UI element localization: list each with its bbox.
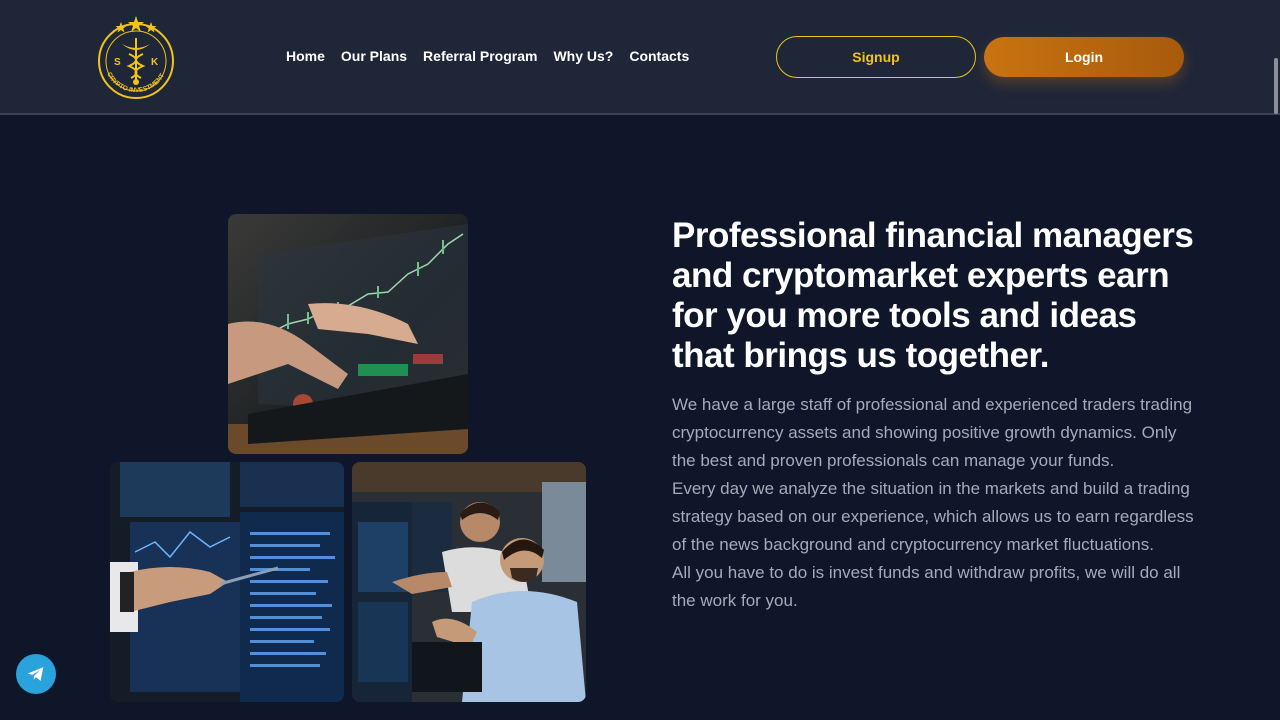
hero-paragraph-3: All you have to do is invest funds and w… bbox=[672, 563, 1181, 610]
logo-letter-right: K bbox=[151, 57, 159, 68]
nav-home[interactable]: Home bbox=[286, 48, 325, 64]
nav-referral-program[interactable]: Referral Program bbox=[423, 48, 537, 64]
hero-headline: Professional financial managers and cryp… bbox=[672, 216, 1194, 375]
login-button[interactable]: Login bbox=[984, 37, 1184, 77]
hero-paragraph-2: Every day we analyze the situation in th… bbox=[672, 479, 1194, 554]
traders-team-image bbox=[352, 462, 586, 702]
hero-description: We have a large staff of professional an… bbox=[672, 391, 1202, 615]
logo-letter-left: S bbox=[114, 57, 121, 68]
nav-contacts[interactable]: Contacts bbox=[629, 48, 689, 64]
page-scrollbar-thumb[interactable] bbox=[1274, 58, 1278, 114]
brand-logo[interactable]: S K CRYPTO INVESTMENT bbox=[95, 16, 177, 100]
site-header: S K CRYPTO INVESTMENT Home Our Plans Ref… bbox=[0, 0, 1280, 115]
hero-paragraph-1: We have a large staff of professional an… bbox=[672, 395, 1193, 470]
signup-button[interactable]: Signup bbox=[776, 36, 976, 78]
trading-laptop-image bbox=[228, 214, 468, 454]
telegram-button[interactable] bbox=[16, 654, 56, 694]
nav-why-us[interactable]: Why Us? bbox=[553, 48, 613, 64]
main-nav: Home Our Plans Referral Program Why Us? … bbox=[286, 48, 705, 64]
telegram-icon bbox=[27, 667, 44, 681]
nav-our-plans[interactable]: Our Plans bbox=[341, 48, 407, 64]
caduceus-icon: S K CRYPTO INVESTMENT bbox=[98, 16, 174, 99]
trading-monitors-image bbox=[110, 462, 344, 702]
